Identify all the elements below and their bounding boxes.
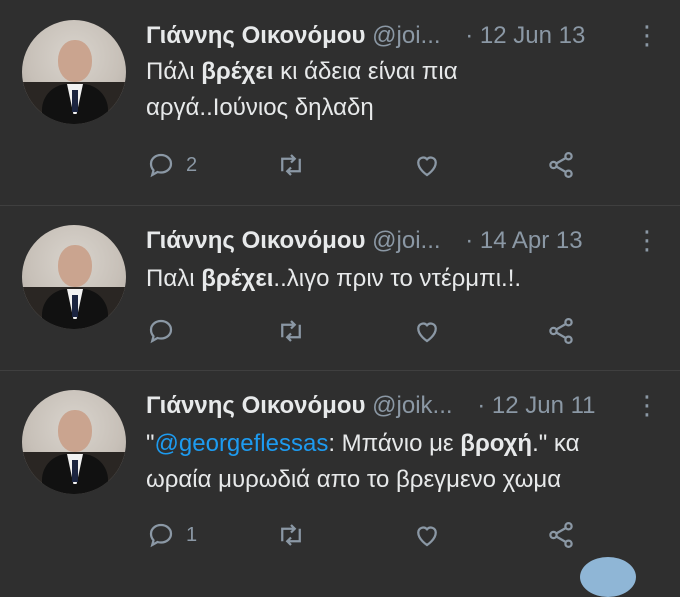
like-icon: [417, 322, 437, 343]
share-button[interactable]: [546, 148, 576, 182]
tweet-date[interactable]: · 14 Apr 13: [465, 227, 582, 254]
retweet-button[interactable]: [276, 314, 306, 348]
avatar[interactable]: [22, 390, 126, 494]
like-button[interactable]: [412, 148, 442, 182]
retweet-button[interactable]: [276, 518, 306, 552]
more-icon[interactable]: ⋮: [634, 392, 660, 418]
retweet-icon: [281, 320, 301, 342]
compose-fab-partial[interactable]: [580, 557, 636, 597]
like-button[interactable]: [412, 518, 442, 552]
tweet-date[interactable]: · 12 Jun 11: [477, 392, 595, 419]
like-icon: [417, 156, 437, 177]
share-icon: [549, 522, 573, 548]
retweet-icon: [281, 524, 301, 546]
avatar[interactable]: [22, 20, 126, 124]
author-handle[interactable]: @joik...: [372, 392, 452, 419]
reply-button[interactable]: 2: [146, 148, 197, 182]
share-button[interactable]: [546, 518, 576, 552]
reply-icon: [149, 319, 173, 344]
tweet-text: "@georgeflessas: Μπάνιο με βροχή." κα ωρ…: [146, 430, 580, 493]
tweet-text: Παλι βρέχει..λιγο πριν το ντέρμπι.!.: [146, 265, 522, 292]
tweet-date[interactable]: · 12 Jun 13: [465, 22, 585, 49]
author-name[interactable]: Γιάννης Οικονόμου: [146, 22, 365, 49]
author-name[interactable]: Γιάννης Οικονόμου: [146, 227, 365, 254]
author-handle[interactable]: @joi...: [372, 227, 440, 254]
author-name[interactable]: Γιάννης Οικονόμου: [146, 392, 365, 419]
reply-count: 2: [186, 153, 198, 176]
author-handle[interactable]: @joi...: [372, 22, 440, 49]
reply-button[interactable]: 1: [146, 518, 197, 552]
share-icon: [549, 318, 573, 344]
more-icon[interactable]: ⋮: [634, 227, 660, 253]
tweet-2[interactable]: Γιάννης Οικονόμου @joi... · 14 Apr 13 ⋮ …: [0, 205, 680, 371]
reply-icon: [149, 523, 173, 548]
reply-icon: [149, 153, 173, 178]
retweet-icon: [281, 154, 301, 176]
tweet-1[interactable]: Γιάννης Οικονόμου @joi... · 12 Jun 13 ⋮ …: [0, 0, 680, 206]
avatar[interactable]: [22, 225, 126, 329]
like-button[interactable]: [412, 314, 442, 348]
tweet-text: Πάλι βρέχει κι άδεια είναι πια αργά..Ιού…: [146, 58, 458, 121]
share-icon: [549, 152, 573, 178]
tweet-3[interactable]: Γιάννης Οικονόμου @joik... · 12 Jun 11 ⋮…: [0, 370, 680, 565]
reply-button[interactable]: [146, 314, 186, 348]
reply-count: 1: [186, 523, 198, 546]
share-button[interactable]: [546, 314, 576, 348]
retweet-button[interactable]: [276, 148, 306, 182]
more-icon[interactable]: ⋮: [634, 22, 660, 48]
mention-link[interactable]: @georgeflessas: [155, 430, 329, 457]
like-icon: [417, 526, 437, 547]
